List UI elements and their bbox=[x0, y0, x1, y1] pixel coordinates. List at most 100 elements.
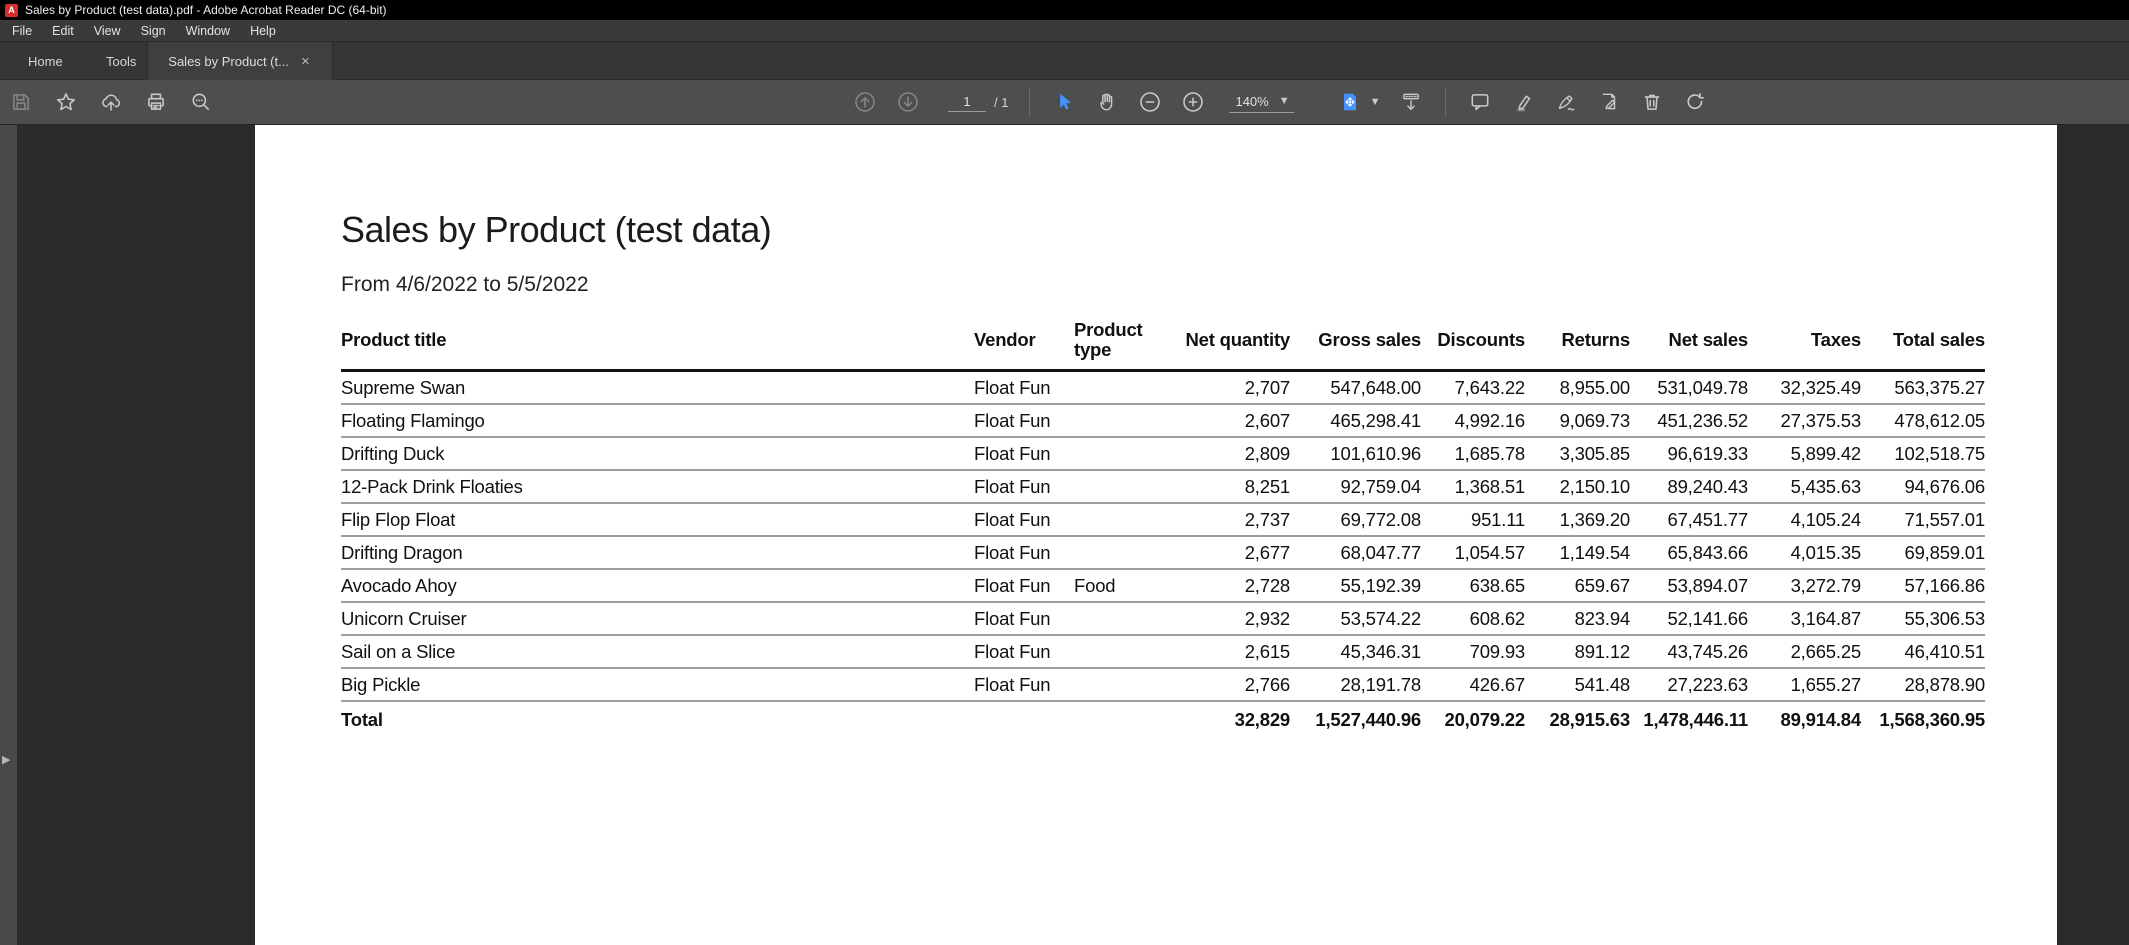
table-row: Big Pickle Float Fun 2,766 28,191.78 426.67 5… bbox=[341, 668, 1985, 702]
menu-item-window[interactable]: Window bbox=[176, 20, 240, 41]
table-cell: 2,809 bbox=[1160, 437, 1290, 471]
table-cell: 1,527,440.96 bbox=[1315, 709, 1421, 730]
page-display-chevron-icon[interactable]: ▼ bbox=[1370, 96, 1381, 108]
edit-page-icon[interactable] bbox=[1596, 89, 1622, 115]
table-cell: 71,557.01 bbox=[1861, 503, 1985, 537]
tab-document[interactable]: Sales by Product (t... × bbox=[147, 42, 333, 80]
table-cell: 55,192.39 bbox=[1290, 569, 1421, 603]
table-cell: Supreme Swan bbox=[341, 370, 974, 405]
menu-item-sign[interactable]: Sign bbox=[131, 20, 176, 41]
table-cell: Float Fun bbox=[974, 635, 1074, 669]
table-cell: 20,079.22 bbox=[1444, 709, 1525, 730]
table-cell: 8,955.00 bbox=[1525, 370, 1630, 405]
menu-item-edit[interactable]: Edit bbox=[42, 20, 84, 41]
table-cell: 68,047.77 bbox=[1290, 536, 1421, 570]
star-favorites-icon[interactable] bbox=[53, 89, 79, 115]
table-cell: 478,612.05 bbox=[1861, 404, 1985, 438]
page-count-label: / 1 bbox=[994, 94, 1009, 110]
table-cell: 57,166.86 bbox=[1861, 569, 1985, 603]
print-icon[interactable] bbox=[143, 89, 169, 115]
table-cell: 101,610.96 bbox=[1290, 437, 1421, 471]
table-cell: 28,915.63 bbox=[1549, 709, 1630, 730]
menu-item-help[interactable]: Help bbox=[240, 20, 286, 41]
sales-table-header: Product title Vendor Product type Net quant… bbox=[341, 315, 1985, 372]
tab-tools[interactable]: Tools bbox=[92, 42, 150, 80]
table-row: 12-Pack Drink Floaties Float Fun 8,251 92,7… bbox=[341, 470, 1985, 504]
zoom-level-control[interactable]: 140% ▼ bbox=[1229, 92, 1294, 113]
highlight-icon[interactable] bbox=[1510, 89, 1536, 115]
cloud-upload-icon[interactable] bbox=[98, 89, 124, 115]
table-cell: 89,914.84 bbox=[1780, 709, 1861, 730]
table-cell: 96,619.33 bbox=[1630, 437, 1748, 471]
table-cell: 2,665.25 bbox=[1748, 635, 1861, 669]
table-cell: 12-Pack Drink Floaties bbox=[341, 470, 974, 504]
table-row: Drifting Dragon Float Fun 2,677 68,047.77 1,… bbox=[341, 536, 1985, 570]
expand-sidebar-icon[interactable]: ▶ bbox=[2, 755, 10, 766]
page-display-icon[interactable] bbox=[1337, 89, 1363, 115]
chevron-down-icon: ▼ bbox=[1278, 94, 1290, 107]
table-cell: 5,435.63 bbox=[1748, 470, 1861, 504]
table-row: Floating Flamingo Float Fun 2,607 465,298.4… bbox=[341, 404, 1985, 438]
table-cell: 32,829 bbox=[1234, 709, 1291, 730]
table-cell: 53,894.07 bbox=[1630, 569, 1748, 603]
table-cell bbox=[1074, 536, 1160, 570]
table-cell: 2,766 bbox=[1160, 668, 1290, 702]
table-cell: 1,568,360.95 bbox=[1879, 709, 1985, 730]
page-up-icon[interactable] bbox=[852, 89, 878, 115]
table-row: Sail on a Slice Float Fun 2,615 45,346.31 70… bbox=[341, 635, 1985, 669]
column-header-vendor: Vendor bbox=[974, 315, 1074, 372]
table-cell: 426.67 bbox=[1421, 668, 1525, 702]
table-cell: Float Fun bbox=[974, 370, 1074, 405]
table-cell: 4,015.35 bbox=[1748, 536, 1861, 570]
table-cell: 55,306.53 bbox=[1861, 602, 1985, 636]
table-cell: 67,451.77 bbox=[1630, 503, 1748, 537]
table-cell: 8,251 bbox=[1160, 470, 1290, 504]
zoom-in-icon[interactable] bbox=[1180, 89, 1206, 115]
comment-icon[interactable] bbox=[1467, 89, 1493, 115]
hide-toolbar-icon[interactable] bbox=[1398, 89, 1424, 115]
table-cell: Total bbox=[341, 709, 383, 730]
table-cell: 2,615 bbox=[1160, 635, 1290, 669]
menu-item-view[interactable]: View bbox=[84, 20, 131, 41]
save-icon[interactable] bbox=[8, 89, 34, 115]
table-cell: 27,223.63 bbox=[1630, 668, 1748, 702]
page-number-input[interactable] bbox=[948, 92, 986, 112]
zoom-out-icon[interactable] bbox=[1137, 89, 1163, 115]
table-cell bbox=[1074, 404, 1160, 438]
column-header-product-title: Product title bbox=[341, 315, 974, 372]
table-cell: 1,478,446.11 bbox=[1643, 709, 1748, 730]
refresh-icon[interactable] bbox=[1682, 89, 1708, 115]
column-header-net-quantity: Net quantity bbox=[1160, 315, 1290, 372]
table-cell: Float Fun bbox=[974, 404, 1074, 438]
table-cell: 1,368.51 bbox=[1421, 470, 1525, 504]
tab-home[interactable]: Home bbox=[14, 42, 77, 80]
table-cell bbox=[974, 701, 1074, 735]
fill-sign-icon[interactable] bbox=[1553, 89, 1579, 115]
table-cell: 2,677 bbox=[1160, 536, 1290, 570]
toolbar-separator bbox=[1029, 88, 1031, 116]
column-header-returns: Returns bbox=[1525, 315, 1630, 372]
select-tool-icon[interactable] bbox=[1051, 89, 1077, 115]
table-cell: 27,375.53 bbox=[1748, 404, 1861, 438]
table-cell: Float Fun bbox=[974, 569, 1074, 603]
table-cell: 28,191.78 bbox=[1290, 668, 1421, 702]
table-cell bbox=[1074, 470, 1160, 504]
window-title-bar: A Sales by Product (test data).pdf - Ado… bbox=[0, 0, 2129, 20]
delete-icon[interactable] bbox=[1639, 89, 1665, 115]
hand-tool-icon[interactable] bbox=[1094, 89, 1120, 115]
table-cell: Floating Flamingo bbox=[341, 404, 974, 438]
page-down-icon[interactable] bbox=[895, 89, 921, 115]
table-cell: Big Pickle bbox=[341, 668, 974, 702]
tab-close-icon[interactable]: × bbox=[299, 54, 312, 69]
table-cell: 1,655.27 bbox=[1748, 668, 1861, 702]
table-cell: 102,518.75 bbox=[1861, 437, 1985, 471]
table-cell: 89,240.43 bbox=[1630, 470, 1748, 504]
table-cell: 1,149.54 bbox=[1525, 536, 1630, 570]
sales-table-body: Supreme Swan Float Fun 2,707 547,648.00 7,64… bbox=[341, 370, 1985, 702]
table-cell: 69,859.01 bbox=[1861, 536, 1985, 570]
table-cell: 53,574.22 bbox=[1290, 602, 1421, 636]
table-cell: 2,607 bbox=[1160, 404, 1290, 438]
search-icon[interactable] bbox=[188, 89, 214, 115]
table-cell: Unicorn Cruiser bbox=[341, 602, 974, 636]
menu-item-file[interactable]: File bbox=[2, 20, 42, 41]
